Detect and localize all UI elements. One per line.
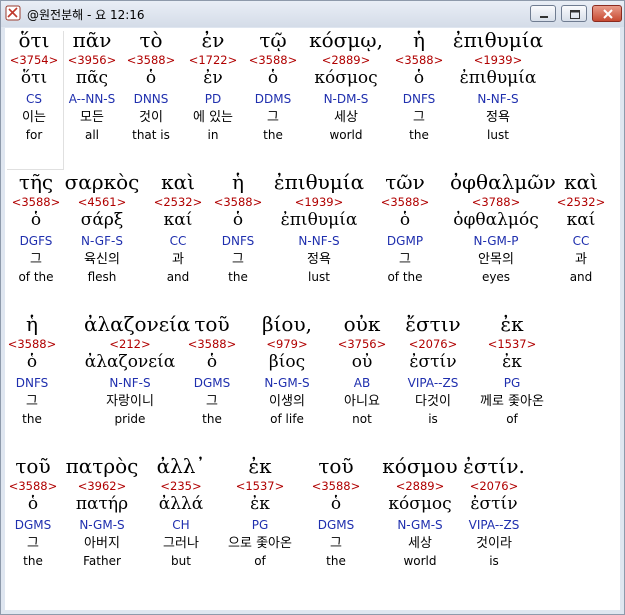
parsing-code: DNFS — [221, 234, 255, 248]
close-button[interactable] — [592, 5, 622, 22]
lemma-form: ὁ — [330, 494, 342, 514]
english-gloss: eyes — [481, 270, 511, 284]
word-cell[interactable]: τῶν <3588> ὁ DGMP 그 of the — [359, 170, 451, 286]
parsing-panel: ὅτι <3754> ὅτι CS 이는 for πᾶν <3956> πᾶς A--NN-S 모든… — [5, 28, 620, 610]
english-gloss: lust — [308, 270, 330, 284]
strong-number: <2076> — [469, 479, 519, 493]
lemma-form: ὁ — [26, 352, 38, 372]
korean-gloss: 그 — [330, 536, 342, 551]
parsing-code: DGMP — [386, 234, 424, 248]
parsing-code: DGMS — [317, 518, 355, 532]
word-cell[interactable]: ἀλαζονεία <212> ἀλαζονεία N-NF-S 자랑이니 pride — [84, 312, 191, 428]
english-gloss: the — [228, 270, 248, 284]
greek-word: ἡ — [232, 170, 244, 194]
lemma-form: ὁ — [232, 210, 244, 230]
english-gloss: the — [22, 412, 42, 426]
word-cell[interactable]: καὶ <2532> καί CC 과 and — [535, 170, 620, 286]
korean-gloss: 정욕 — [307, 252, 331, 267]
lemma-form: ἐπιθυμία — [280, 210, 358, 230]
word-cell[interactable]: ὀφθαλμῶν <3788> ὀφθαλμός N-GM-P 안목의 eyes — [450, 170, 556, 286]
strong-number: <3588> — [7, 337, 57, 351]
lemma-form: ἐστίν — [470, 494, 518, 514]
parsing-code: CC — [572, 234, 590, 248]
korean-gloss: 정욕 — [486, 110, 510, 125]
english-gloss: lust — [487, 128, 509, 142]
english-gloss: the — [326, 554, 346, 568]
strong-number: <1939> — [294, 195, 344, 209]
parsing-code: N-GM-P — [473, 234, 519, 248]
greek-word: ἐπιθυμία — [452, 28, 544, 52]
verse-row: τοῦ <3588> ὁ DGMS 그 the πατρὸς <3962> πατήρ N-GM-… — [5, 454, 620, 594]
word-cell[interactable]: ἐστίν. <2076> ἐστίν VIPA--ZS 것이라 is — [448, 454, 540, 570]
window-title: @원전분해 - 요 12:16 — [27, 8, 145, 22]
maximize-button[interactable] — [561, 5, 587, 22]
word-cell[interactable]: ἐπιθυμία <1939> ἐπιθυμία N-NF-S 정욕 lust — [273, 170, 365, 286]
strong-number: <3788> — [471, 195, 521, 209]
strong-number: <3588> — [380, 195, 430, 209]
english-gloss: of — [506, 412, 518, 426]
strong-number: <2532> — [556, 195, 606, 209]
english-gloss: pride — [114, 412, 146, 426]
greek-word: ἡ — [26, 312, 38, 336]
parsing-code: PG — [503, 376, 521, 390]
lemma-form: ἐκ — [502, 352, 522, 372]
parsing-code: N-NF-S — [477, 92, 519, 106]
korean-gloss: 안목의 — [478, 252, 514, 267]
word-cell[interactable]: ἐπιθυμία <1939> ἐπιθυμία N-NF-S 정욕 lust — [452, 28, 544, 144]
english-gloss: and — [569, 270, 593, 284]
verse-row: ἡ <3588> ὁ DNFS 그 the ἀλαζονεία <212> ἀλαζονεία N… — [5, 312, 620, 452]
korean-gloss: 그 — [26, 394, 38, 409]
strong-number: <1939> — [473, 53, 523, 67]
title-bar[interactable]: @원전분해 - 요 12:16 — [1, 1, 624, 27]
korean-gloss: 자랑이니 — [106, 394, 154, 409]
parsing-code: N-NF-S — [109, 376, 151, 390]
korean-gloss: 께로 좇아온 — [480, 394, 544, 409]
minimize-icon — [540, 16, 548, 18]
app-logo-icon — [5, 5, 21, 21]
english-gloss: is — [489, 554, 499, 568]
korean-gloss: 그 — [232, 252, 244, 267]
strong-number: <3588> — [213, 195, 263, 209]
korean-gloss: 과 — [575, 252, 587, 267]
lemma-form: ὀφθαλμός — [453, 210, 539, 230]
greek-word: ἐκ — [500, 312, 524, 336]
verse-row: τῆς <3588> ὁ DGFS 그 of the σαρκὸς <4561> σάρξ N-G… — [5, 170, 620, 310]
korean-gloss: 그 — [399, 252, 411, 267]
strong-number: <3588> — [311, 479, 361, 493]
parsing-code: N-NF-S — [298, 234, 340, 248]
lemma-form: ὁ — [399, 210, 411, 230]
word-cell[interactable]: ἡ <3588> ὁ DNFS 그 the — [192, 170, 284, 286]
greek-word: ἐστίν. — [463, 454, 525, 478]
greek-word: ἀλαζονεία — [84, 312, 191, 336]
verse-row: ὅτι <3754> ὅτι CS 이는 for πᾶν <3956> πᾶς A--NN-S 모든… — [5, 28, 620, 168]
close-icon — [603, 9, 613, 19]
greek-word: τοῦ — [318, 454, 354, 478]
greek-word: τῶν — [385, 170, 425, 194]
parsing-code: VIPA--ZS — [468, 518, 520, 532]
strong-number: <212> — [109, 337, 151, 351]
lemma-form: καί — [566, 210, 596, 230]
word-cell[interactable]: ἐκ <1537> ἐκ PG 께로 좇아온 of — [466, 312, 558, 428]
greek-word: ὀφθαλμῶν — [450, 170, 556, 194]
lemma-form: ἐπιθυμία — [459, 68, 537, 88]
word-cell[interactable]: τοῦ <3588> ὁ DGMS 그 the — [290, 454, 382, 570]
lemma-form: ἀλαζονεία — [84, 352, 176, 372]
word-cell[interactable]: ἡ <3588> ὁ DNFS 그 the — [5, 312, 78, 428]
maximize-icon — [570, 10, 580, 19]
korean-gloss: 것이라 — [476, 536, 512, 551]
minimize-button[interactable] — [530, 5, 556, 22]
greek-word: καὶ — [564, 170, 598, 194]
english-gloss: of the — [387, 270, 423, 284]
greek-word: ἐπιθυμία — [273, 170, 365, 194]
app-window: @원전분해 - 요 12:16 ὅτι <3754> ὅτι CS 이는 for πᾶν <3… — [0, 0, 625, 615]
parsing-code: DNFS — [15, 376, 49, 390]
strong-number: <1537> — [487, 337, 537, 351]
